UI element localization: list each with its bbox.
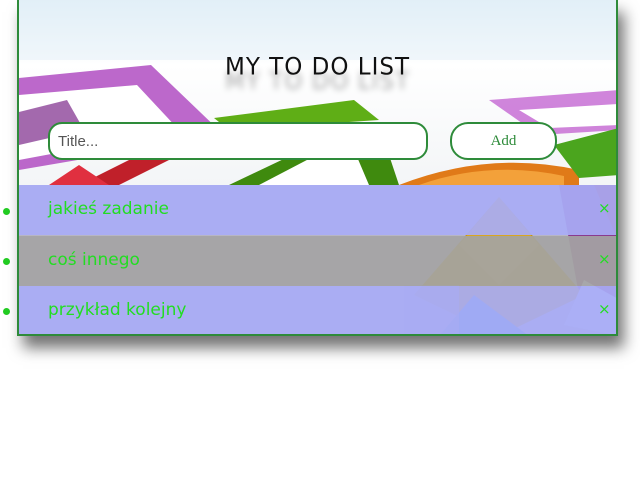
task-text[interactable]: jakieś zadanie <box>48 199 169 219</box>
delete-icon[interactable]: × <box>598 250 611 268</box>
list-bullet <box>3 258 10 265</box>
list-bullet <box>3 308 10 315</box>
task-text[interactable]: przykład kolejny <box>48 300 186 320</box>
header: MY TO DO LIST Add <box>19 0 616 185</box>
delete-icon[interactable]: × <box>598 199 611 217</box>
list-item: przykład kolejny × <box>19 286 616 334</box>
todo-app: MY TO DO LIST Add jakieś zadanie × coś i… <box>17 0 618 336</box>
add-button[interactable]: Add <box>450 122 557 160</box>
list-item: jakieś zadanie × <box>19 185 616 235</box>
delete-icon[interactable]: × <box>598 300 611 318</box>
task-text[interactable]: coś innego <box>48 250 140 270</box>
task-list: jakieś zadanie × coś innego × przykład k… <box>19 185 616 334</box>
list-bullet <box>3 208 10 215</box>
title-input[interactable] <box>48 122 428 160</box>
page-title: MY TO DO LIST <box>224 53 411 81</box>
list-item: coś innego × <box>19 236 616 286</box>
